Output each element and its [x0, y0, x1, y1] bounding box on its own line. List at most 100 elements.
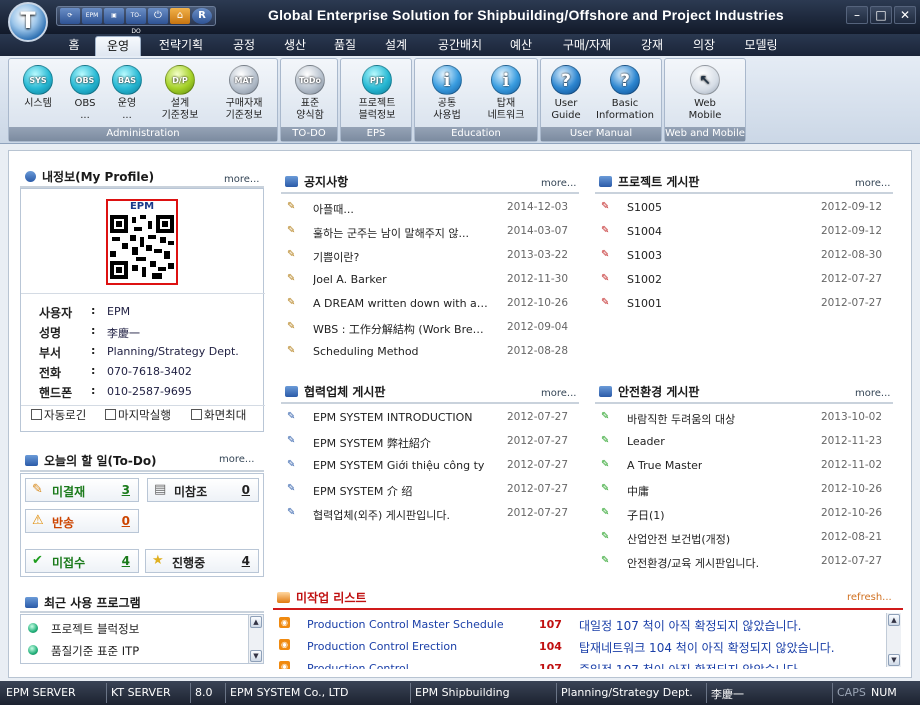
refresh-icon[interactable]: ⟳ — [60, 8, 80, 24]
scroll-down-icon[interactable]: ▼ — [250, 650, 262, 662]
menu-budget[interactable]: 예산 — [500, 36, 542, 56]
list-item[interactable]: ✎ EPM SYSTEM INTRODUCTION 2012-07-27 — [281, 406, 579, 430]
menu-steel[interactable]: 강재 — [632, 36, 672, 56]
list-item[interactable]: ✎ WBS : 工作分解結构 (Work Break... 2012-09-04 — [281, 316, 579, 340]
message-cell[interactable]: 대일정 107 척이 아직 확정되지 않았습니다. — [579, 617, 801, 634]
list-item[interactable]: ✎ 훌하는 군주는 남이 말해주지 않... 2014-03-07 — [281, 220, 579, 244]
list-item[interactable]: ✎ A True Master 2012-11-02 — [595, 454, 893, 478]
window-icon[interactable]: ▣ — [104, 8, 124, 24]
list-item[interactable]: ✎ 中庸 2012-10-26 — [595, 478, 893, 502]
unfinished-scrollbar[interactable]: ▲ ▼ — [886, 613, 901, 667]
scroll-down-icon[interactable]: ▼ — [888, 654, 900, 666]
list-item[interactable]: ✎ EPM SYSTEM 介 绍 2012-07-27 — [281, 478, 579, 502]
post-title[interactable]: 협력업체(외주) 게시판입니다. — [313, 507, 450, 523]
menu-strategy[interactable]: 전략기획 — [148, 36, 214, 56]
menu-production[interactable]: 생산 — [275, 36, 315, 56]
minimize-button[interactable]: – — [846, 6, 868, 24]
home-icon[interactable]: ⌂ — [170, 8, 190, 24]
auto-login-checkbox[interactable]: 자동로긴 — [31, 407, 86, 423]
list-item[interactable]: ✎ 子日(1) 2012-10-26 — [595, 502, 893, 526]
list-item[interactable]: ✎ S1001 2012-07-27 — [595, 292, 893, 316]
list-item[interactable]: ✎ 협력업체(외주) 게시판입니다. 2012-07-27 — [281, 502, 579, 526]
maximize-button[interactable]: □ — [870, 6, 892, 24]
menu-home[interactable]: 홈 — [58, 36, 90, 56]
menu-quality[interactable]: 품질 — [325, 36, 365, 56]
list-item[interactable]: 프로젝트 블럭정보 — [21, 617, 241, 639]
menu-operation[interactable]: 운영 — [95, 36, 141, 56]
post-title[interactable]: EPM SYSTEM Giới thiệu công ty — [313, 459, 484, 472]
post-title[interactable]: Scheduling Method — [313, 345, 419, 358]
post-title[interactable]: 아플때... — [313, 201, 354, 217]
post-title[interactable]: S1001 — [627, 297, 662, 310]
post-title[interactable]: S1005 — [627, 201, 662, 214]
maximize-screen-checkbox[interactable]: 화면최대 — [191, 407, 246, 423]
app-logo[interactable]: T — [8, 2, 48, 42]
safety-board-more-link[interactable]: more... — [855, 388, 890, 399]
scroll-up-icon[interactable]: ▲ — [250, 616, 262, 628]
in-progress-item[interactable]: ★ 진행중 4 — [145, 549, 259, 573]
table-row[interactable]: ◉ Production Control Master Schedule 107 대일정… — [273, 613, 873, 635]
standard-form-button[interactable]: ToDo 표준 양식함 — [285, 65, 335, 122]
project-board-more-link[interactable]: more... — [855, 178, 890, 189]
todo-count[interactable]: 0 — [242, 483, 250, 497]
r-button[interactable]: R — [192, 8, 212, 24]
list-item[interactable]: ✎ Leader 2012-11-23 — [595, 430, 893, 454]
todo-count[interactable]: 4 — [122, 554, 130, 568]
post-title[interactable]: A DREAM written down with a date ... — [313, 297, 489, 310]
list-item[interactable]: ✎ 바람직한 두려움의 대상 2013-10-02 — [595, 406, 893, 430]
post-title[interactable]: 바람직한 두려움의 대상 — [627, 411, 735, 427]
scroll-up-icon[interactable]: ▲ — [888, 614, 900, 626]
post-title[interactable]: 산업안전 보건법(개정) — [627, 531, 730, 547]
todo-count[interactable]: 4 — [242, 554, 250, 568]
list-item[interactable]: ✎ 안전환경/교육 게시판입니다. 2012-07-27 — [595, 550, 893, 574]
last-run-checkbox[interactable]: 마지막실행 — [105, 407, 171, 423]
system-button[interactable]: SYS 시스템 — [13, 65, 63, 110]
post-title[interactable]: EPM SYSTEM INTRODUCTION — [313, 411, 472, 424]
list-item[interactable]: ✎ S1005 2012-09-12 — [595, 196, 893, 220]
post-title[interactable]: Leader — [627, 435, 665, 448]
menu-outfitting[interactable]: 의장 — [684, 36, 724, 56]
message-cell[interactable]: 탑재네트워크 104 척이 아직 확정되지 않았습니다. — [579, 639, 835, 656]
menu-modeling[interactable]: 모델링 — [736, 36, 786, 56]
epm-button[interactable]: EPM — [82, 8, 102, 24]
post-title[interactable]: A True Master — [627, 459, 702, 472]
post-title[interactable]: 子日(1) — [627, 507, 665, 523]
design-standard-button[interactable]: D/P 설계 기준정보 — [151, 65, 209, 122]
basic-information-button[interactable]: ? Basic Information — [591, 65, 659, 122]
profile-more-link[interactable]: more... — [224, 174, 259, 185]
recent-scrollbar[interactable]: ▲ ▼ — [248, 615, 263, 663]
obs-button[interactable]: OBS OBS ... — [65, 65, 105, 122]
post-title[interactable]: EPM SYSTEM 弊社紹介 — [313, 435, 431, 451]
close-button[interactable]: ✕ — [894, 6, 916, 24]
common-usage-button[interactable]: i 공통 사용법 — [419, 65, 475, 122]
list-item[interactable]: ✎ EPM SYSTEM 弊社紹介 2012-07-27 — [281, 430, 579, 454]
bas-button[interactable]: BAS 운영 ... — [107, 65, 147, 122]
todo-count[interactable]: 3 — [122, 483, 130, 497]
menu-design[interactable]: 설계 — [376, 36, 416, 56]
unreceived-item[interactable]: ✔ 미접수 4 — [25, 549, 139, 573]
project-block-button[interactable]: PJT 프로젝트 블럭정보 — [347, 65, 407, 122]
menu-process[interactable]: 공정 — [224, 36, 264, 56]
refresh-link[interactable]: refresh... — [847, 592, 892, 603]
list-item[interactable]: ✎ 아플때... 2014-12-03 — [281, 196, 579, 220]
list-item[interactable]: ✎ S1002 2012-07-27 — [595, 268, 893, 292]
list-item[interactable]: ✎ Joel A. Barker 2012-11-30 — [281, 268, 579, 292]
post-title[interactable]: 안전환경/교육 게시판입니다. — [627, 555, 759, 571]
power-icon[interactable]: ⏻ — [148, 8, 168, 24]
todo-count[interactable]: 0 — [122, 514, 130, 528]
post-title[interactable]: EPM SYSTEM 介 绍 — [313, 483, 412, 499]
post-title[interactable]: 中庸 — [627, 483, 649, 499]
post-title[interactable]: 기쁨이란? — [313, 249, 359, 265]
todo-more-link[interactable]: more... — [219, 454, 254, 465]
list-item[interactable]: 품질기준 표준 ITP — [21, 639, 241, 661]
partner-board-more-link[interactable]: more... — [541, 388, 576, 399]
menu-space-layout[interactable]: 공간배치 — [428, 36, 492, 56]
todo-button[interactable]: TO-DO — [126, 8, 146, 35]
post-title[interactable]: Joel A. Barker — [313, 273, 387, 286]
menu-purchase[interactable]: 구매/자재 — [554, 36, 620, 56]
unapproved-item[interactable]: ✎ 미결재 3 — [25, 478, 139, 502]
material-standard-button[interactable]: MAT 구매자재 기준정보 — [215, 65, 273, 122]
user-guide-button[interactable]: ? User Guide — [545, 65, 587, 122]
post-title[interactable]: 훌하는 군주는 남이 말해주지 않... — [313, 225, 469, 241]
table-row[interactable]: ◉ Production Control... 107 중일정 107 척이 아직 확… — [273, 657, 873, 669]
